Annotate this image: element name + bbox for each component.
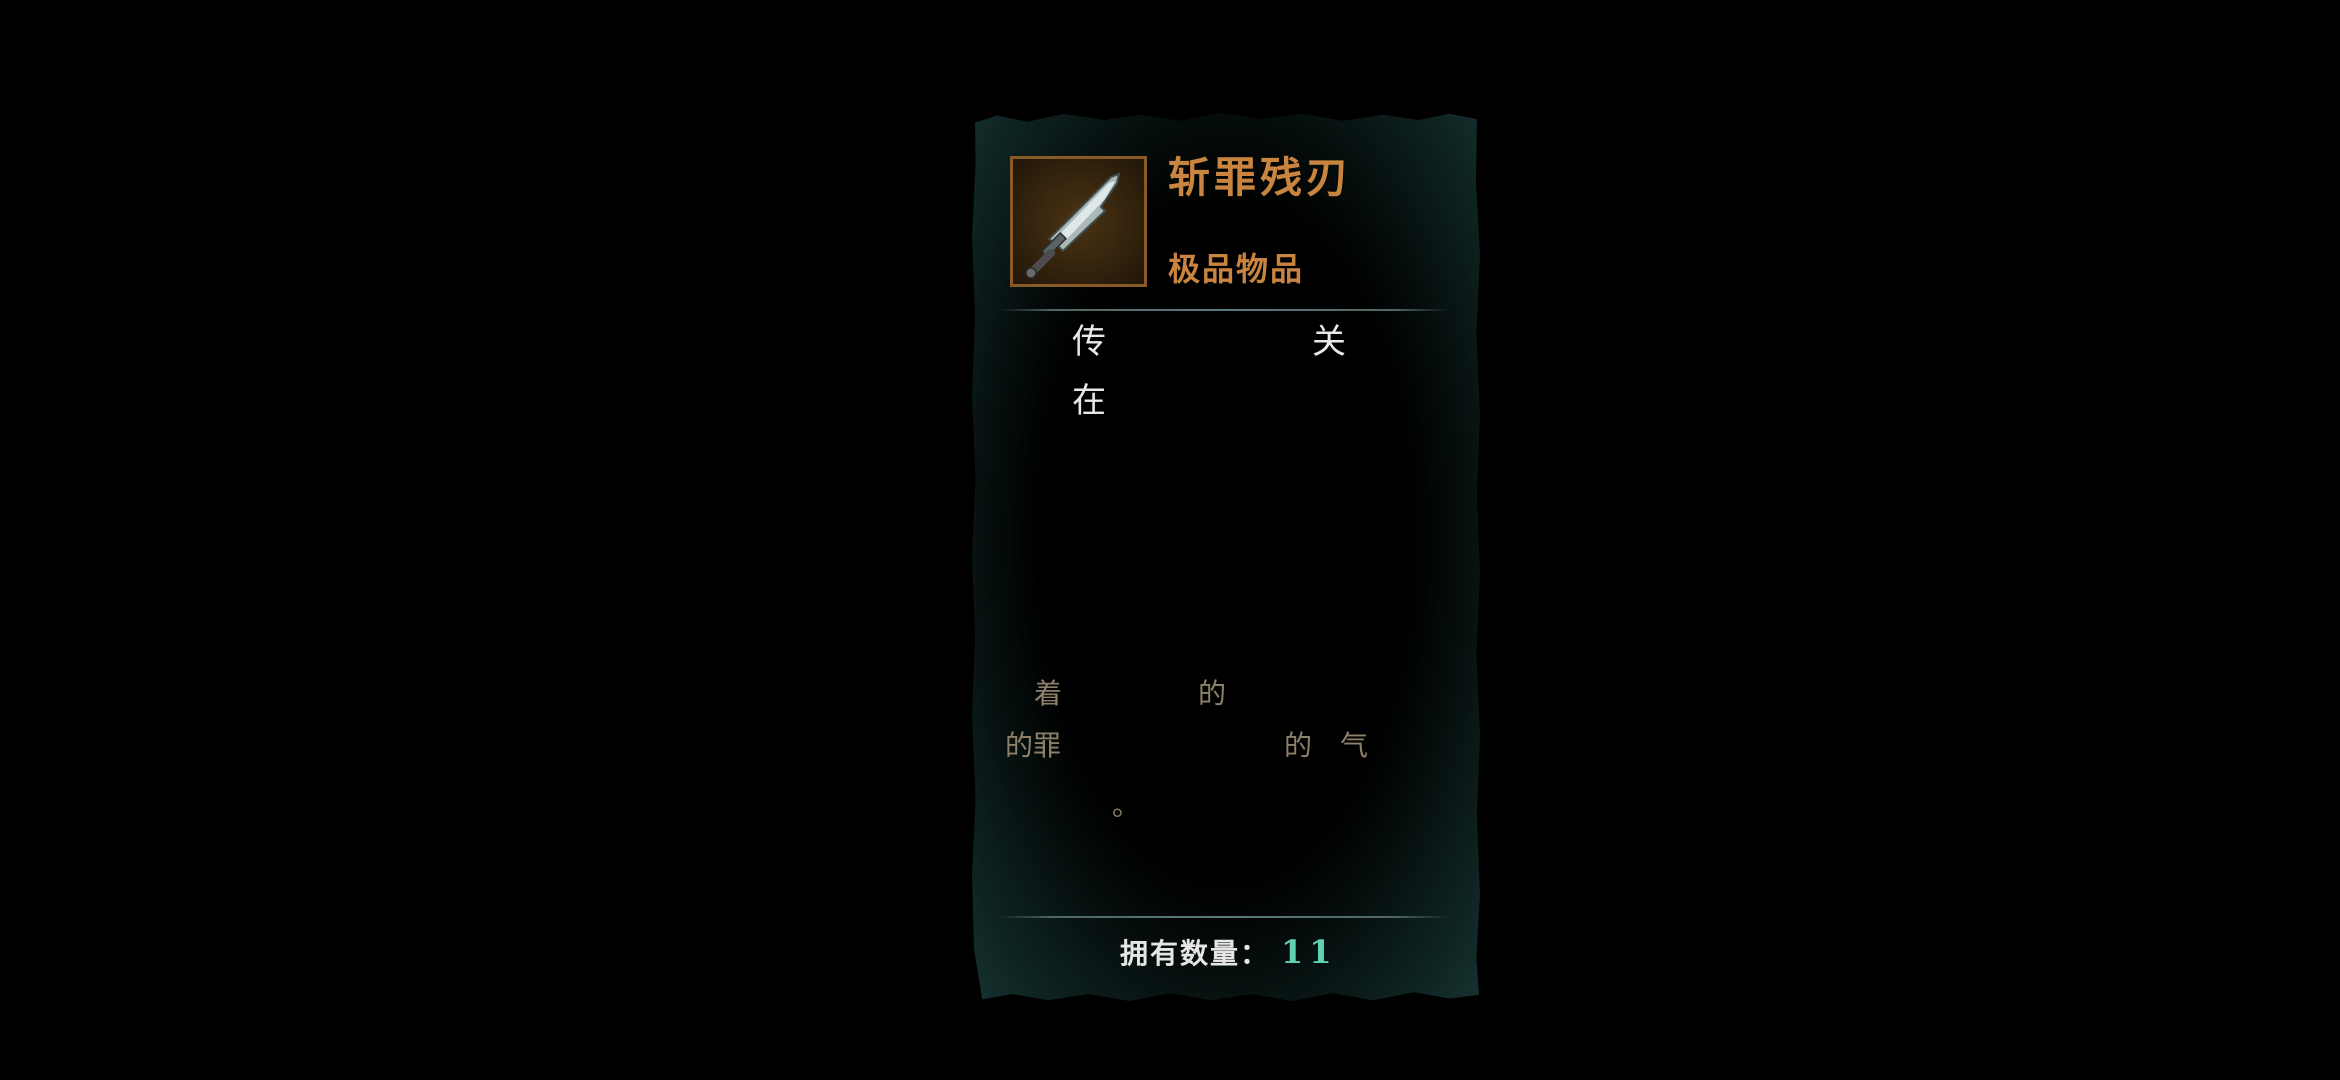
lore-fragment: 气 bbox=[1340, 729, 1369, 762]
lore-fragment: 的 bbox=[1198, 677, 1227, 710]
item-icon-frame bbox=[1010, 156, 1147, 287]
description-fragment: 传 bbox=[1072, 322, 1106, 362]
top-divider bbox=[998, 309, 1450, 311]
description-fragment: 在 bbox=[1072, 381, 1106, 421]
description-fragment: 关 bbox=[1312, 322, 1346, 362]
bottom-divider bbox=[998, 916, 1450, 918]
lore-fragment: 的罪 bbox=[1005, 729, 1062, 762]
owned-count-value: 11 bbox=[1281, 933, 1338, 971]
lore-fragment: 的 bbox=[1284, 729, 1313, 762]
lore-fragment: 着 bbox=[1034, 677, 1063, 710]
broken-sword-icon bbox=[1025, 172, 1121, 279]
lore-fragment: 。 bbox=[1112, 789, 1141, 822]
item-name: 斩罪残刃 bbox=[1168, 153, 1353, 202]
owned-count-label: 拥有数量： bbox=[1120, 937, 1271, 970]
item-rarity: 极品物品 bbox=[1168, 250, 1305, 288]
